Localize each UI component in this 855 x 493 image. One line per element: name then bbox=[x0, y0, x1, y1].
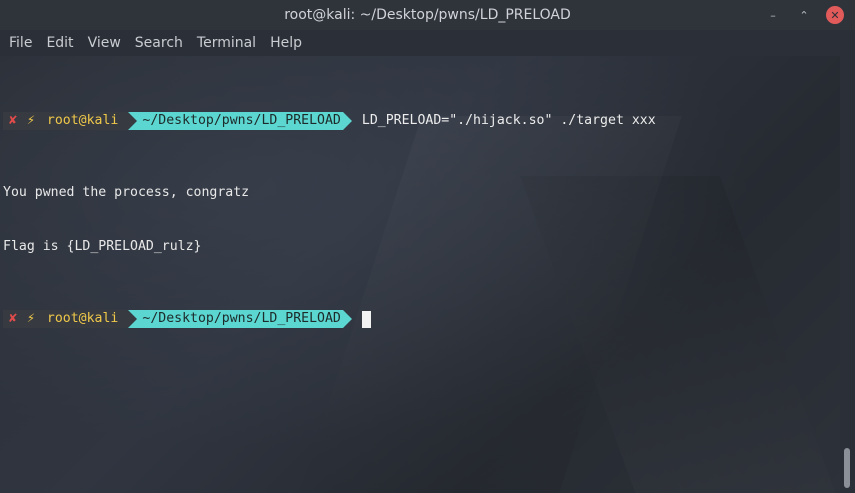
minimize-icon: – bbox=[770, 8, 776, 22]
title-bar[interactable]: root@kali: ~/Desktop/pwns/LD_PRELOAD – ⌃… bbox=[0, 0, 855, 30]
prompt-cwd: ~/Desktop/pwns/LD_PRELOAD bbox=[128, 310, 343, 328]
menu-help[interactable]: Help bbox=[263, 35, 309, 51]
menu-bar: File Edit View Search Terminal Help bbox=[0, 30, 855, 56]
menu-file[interactable]: File bbox=[2, 35, 39, 51]
text-cursor[interactable] bbox=[361, 310, 371, 328]
error-status-icon: ✘ bbox=[3, 112, 21, 130]
prompt-arrow-icon bbox=[342, 310, 352, 328]
root-bolt-icon: ⚡ bbox=[20, 310, 41, 328]
error-status-icon: ✘ bbox=[3, 310, 21, 328]
terminal-output: ✘ ⚡ root@kali ~/Desktop/pwns/LD_PRELOAD LD_P… bbox=[3, 58, 656, 382]
window-title: root@kali: ~/Desktop/pwns/LD_PRELOAD bbox=[284, 7, 571, 23]
prompt-line: ✘ ⚡ root@kali ~/Desktop/pwns/LD_PRELOAD LD_P… bbox=[3, 112, 656, 130]
prompt-user: root@kali bbox=[40, 310, 129, 328]
menu-view[interactable]: View bbox=[81, 35, 128, 51]
scrollbar[interactable] bbox=[840, 56, 855, 493]
prompt-cwd: ~/Desktop/pwns/LD_PRELOAD bbox=[128, 112, 343, 130]
close-icon: ✕ bbox=[830, 8, 840, 22]
maximize-icon: ⌃ bbox=[799, 8, 809, 22]
maximize-button[interactable]: ⌃ bbox=[795, 6, 813, 24]
menu-terminal[interactable]: Terminal bbox=[190, 35, 263, 51]
prompt-line: ✘ ⚡ root@kali ~/Desktop/pwns/LD_PRELOAD bbox=[3, 310, 656, 328]
terminal-area[interactable]: ✘ ⚡ root@kali ~/Desktop/pwns/LD_PRELOAD LD_P… bbox=[0, 56, 840, 493]
command-text: LD_PRELOAD="./hijack.so" ./target xxx bbox=[361, 113, 656, 128]
prompt-user: root@kali bbox=[40, 112, 129, 130]
prompt-cwd-text: ~/Desktop/pwns/LD_PRELOAD bbox=[142, 311, 341, 326]
minimize-button[interactable]: – bbox=[764, 6, 782, 24]
menu-edit[interactable]: Edit bbox=[39, 35, 80, 51]
menu-search[interactable]: Search bbox=[128, 35, 190, 51]
prompt-cwd-text: ~/Desktop/pwns/LD_PRELOAD bbox=[142, 113, 341, 128]
terminal-window: root@kali: ~/Desktop/pwns/LD_PRELOAD – ⌃… bbox=[0, 0, 855, 493]
output-line: Flag is {LD_PRELOAD_rulz} bbox=[3, 239, 202, 254]
scrollbar-thumb[interactable] bbox=[844, 448, 850, 488]
output-line: You pwned the process, congratz bbox=[3, 185, 250, 200]
root-bolt-icon: ⚡ bbox=[20, 112, 41, 130]
close-button[interactable]: ✕ bbox=[826, 6, 844, 24]
prompt-arrow-icon bbox=[342, 112, 352, 130]
